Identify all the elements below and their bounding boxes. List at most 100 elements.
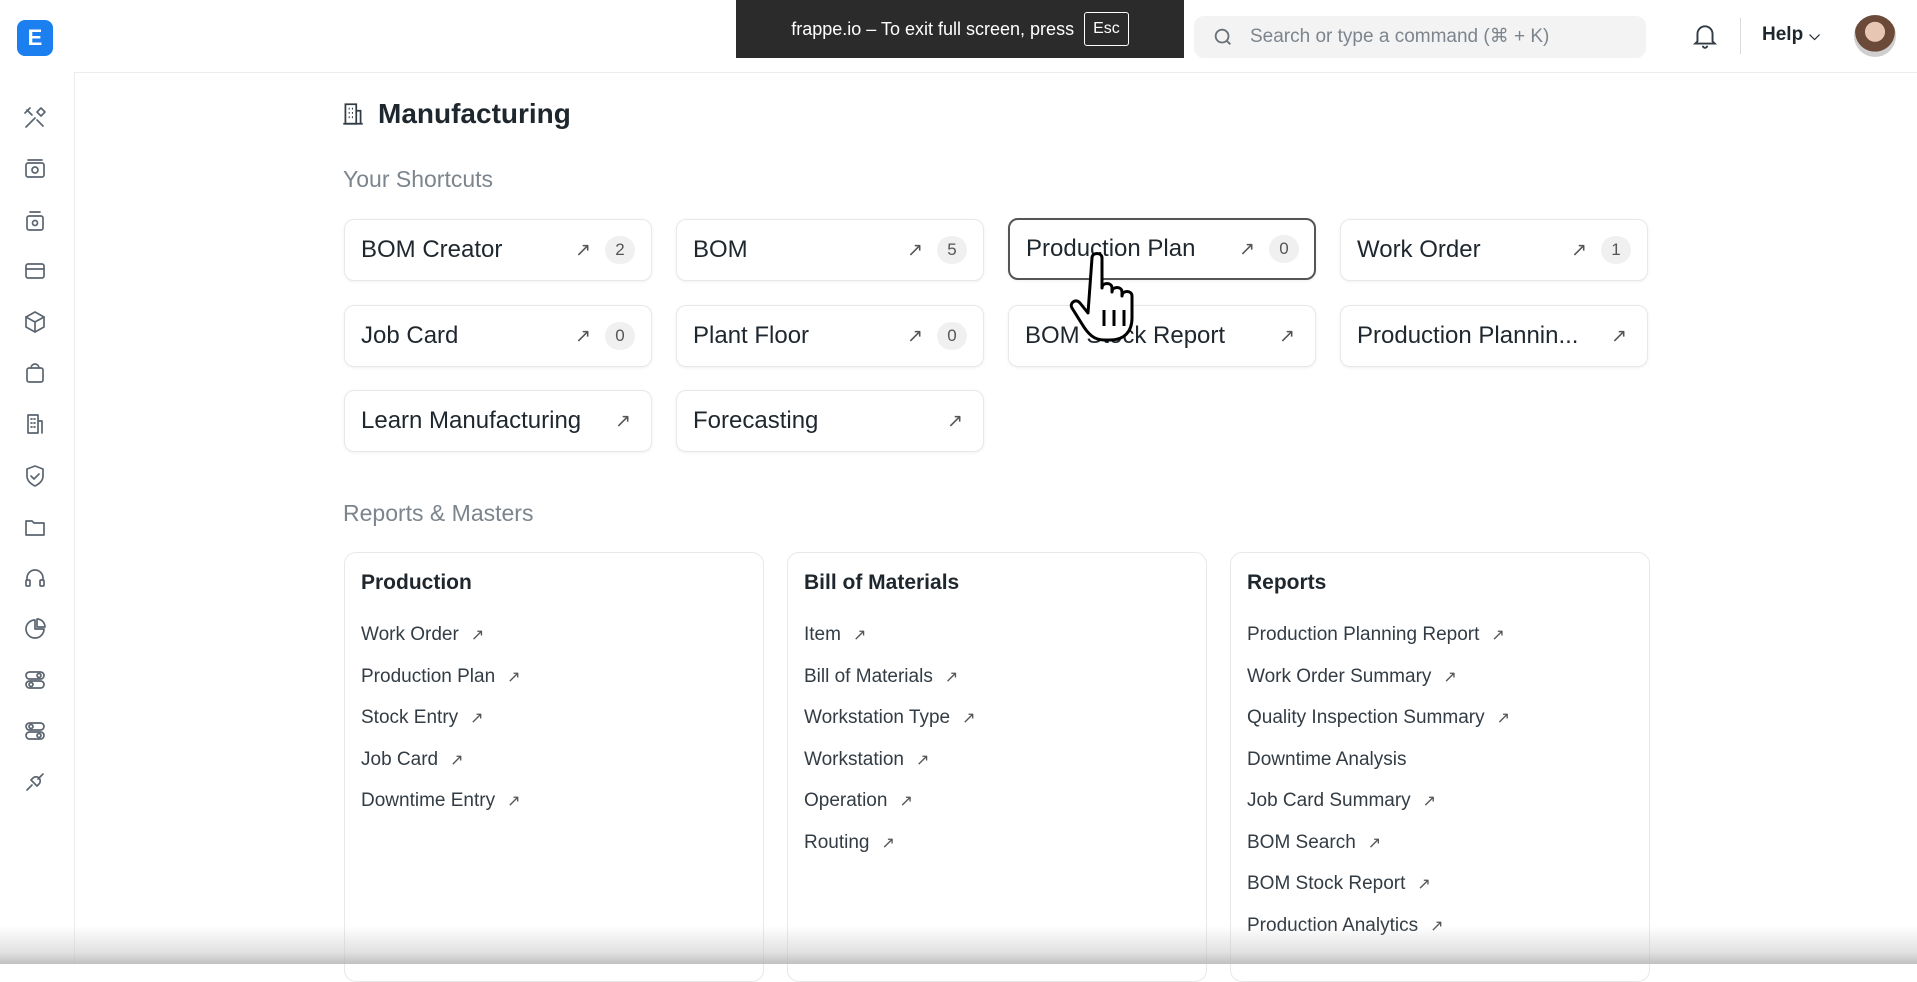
link-label: Workstation Type	[804, 707, 951, 728]
chevron-down-icon: ⌵	[1809, 26, 1820, 43]
link-bom-stock-report[interactable]: BOM Stock Report ↗	[1247, 873, 1431, 895]
plug-icon[interactable]	[22, 769, 48, 795]
link-label: Downtime Entry	[361, 790, 496, 811]
shortcut-bom-creator[interactable]: BOM Creator ↗ 2	[344, 219, 652, 281]
link-stock-entry[interactable]: Stock Entry ↗	[361, 707, 484, 729]
link-item[interactable]: Item ↗	[804, 624, 866, 646]
sidebar: E	[0, 0, 75, 964]
arrow-up-right-icon: ↗	[1571, 239, 1587, 261]
search-input[interactable]	[1248, 25, 1632, 49]
page-header: Manufacturing	[340, 98, 571, 130]
shortcut-label: Job Card	[361, 322, 459, 349]
link-label: BOM Stock Report	[1247, 873, 1406, 894]
link-bill-of-materials[interactable]: Bill of Materials ↗	[804, 666, 958, 688]
shortcut-work-order[interactable]: Work Order ↗ 1	[1340, 219, 1648, 281]
shortcut-production-plan[interactable]: Production Plan ↗ 0	[1008, 218, 1316, 280]
bottom-shadow	[0, 926, 1917, 964]
hand-pointer-cursor-icon	[1068, 248, 1148, 344]
arrow-up-right-icon: ↗	[507, 669, 521, 686]
arrow-up-right-icon: ↗	[962, 710, 976, 727]
arrow-up-right-icon: ↗	[615, 410, 631, 432]
building-icon	[343, 103, 363, 125]
arrow-up-right-icon: ↗	[947, 410, 963, 432]
shield-check-icon[interactable]	[22, 463, 48, 489]
link-work-order[interactable]: Work Order ↗	[361, 624, 484, 646]
link-routing[interactable]: Routing ↗	[804, 832, 895, 854]
link-production-planning-report[interactable]: Production Planning Report ↗	[1247, 624, 1505, 646]
link-label: Item	[804, 624, 841, 645]
shortcut-job-card[interactable]: Job Card ↗ 0	[344, 305, 652, 367]
arrow-up-right-icon: ↗	[881, 835, 895, 852]
arrow-up-right-icon: ↗	[1279, 325, 1295, 347]
search-icon	[1214, 28, 1231, 45]
arrow-up-right-icon: ↗	[575, 239, 591, 261]
headset-icon[interactable]	[22, 565, 48, 591]
shortcut-label: BOM Creator	[361, 236, 503, 263]
arrow-up-right-icon: ↗	[1239, 238, 1255, 260]
shortcut-count-badge: 0	[937, 322, 967, 350]
link-bom-search[interactable]: BOM Search ↗	[1247, 832, 1381, 854]
shortcut-plant-floor[interactable]: Plant Floor ↗ 0	[676, 305, 984, 367]
link-label: Job Card	[361, 749, 439, 770]
link-quality-inspection-summary[interactable]: Quality Inspection Summary ↗	[1247, 707, 1510, 729]
link-job-card[interactable]: Job Card ↗	[361, 749, 464, 771]
arrow-up-right-icon: ↗	[907, 325, 923, 347]
notification-bell-icon[interactable]	[1692, 22, 1718, 50]
header-divider	[1740, 18, 1741, 54]
shortcut-bom[interactable]: BOM ↗ 5	[676, 219, 984, 281]
link-label: Bill of Materials	[804, 666, 933, 687]
page-title: Manufacturing	[378, 98, 571, 129]
arrow-up-right-icon: ↗	[450, 752, 464, 769]
arrow-up-right-icon: ↗	[915, 752, 930, 769]
fullscreen-notice-text: frappe.io – To exit full screen, press	[791, 18, 1075, 39]
arrow-up-right-icon: ↗	[899, 793, 913, 810]
toggle-alt-icon[interactable]	[22, 718, 48, 744]
shortcut-learn-manufacturing[interactable]: Learn Manufacturing ↗	[344, 390, 652, 452]
search-bar[interactable]	[1194, 16, 1646, 58]
shopping-bag-icon[interactable]	[22, 360, 48, 386]
shortcut-bom-stock-report[interactable]: BOM Stock Report ↗	[1008, 305, 1316, 367]
arrow-up-right-icon: ↗	[470, 627, 485, 644]
credit-card-icon[interactable]	[22, 258, 48, 284]
logo-letter: E	[27, 25, 43, 50]
shortcut-count-badge: 5	[937, 236, 967, 264]
shortcut-label: Work Order	[1357, 236, 1481, 263]
card-title: Reports	[1247, 571, 1327, 594]
link-workstation-type[interactable]: Workstation Type ↗	[804, 707, 976, 729]
link-label: Workstation	[804, 749, 904, 770]
folder-icon[interactable]	[22, 514, 48, 540]
shortcut-production-planning[interactable]: Production Plannin... ↗	[1340, 305, 1648, 367]
link-label: Routing	[804, 832, 870, 853]
arrow-up-right-icon: ↗	[470, 710, 484, 727]
arrow-up-right-icon: ↗	[1611, 325, 1627, 347]
link-production-plan[interactable]: Production Plan ↗	[361, 666, 521, 688]
link-operation[interactable]: Operation ↗	[804, 790, 913, 812]
card-reports: Reports Production Planning Report ↗ Work…	[1230, 552, 1650, 982]
app-logo[interactable]: E	[17, 20, 53, 56]
shortcut-label: Production Plannin...	[1357, 322, 1579, 349]
link-job-card-summary[interactable]: Job Card Summary ↗	[1247, 790, 1436, 812]
card-production: Production Work Order ↗ Production Plan ↗ …	[344, 552, 764, 982]
tools-icon[interactable]	[22, 105, 48, 131]
arrow-up-right-icon: ↗	[1496, 710, 1510, 727]
link-label: Quality Inspection Summary	[1247, 707, 1485, 728]
link-label: Downtime Analysis	[1247, 749, 1407, 770]
user-avatar[interactable]	[1854, 15, 1896, 57]
card-bill-of-materials: Bill of Materials Item ↗ Bill of Material…	[787, 552, 1207, 982]
toggle-icon[interactable]	[22, 667, 48, 693]
package-icon[interactable]	[22, 309, 48, 335]
help-menu[interactable]: Help ⌵	[1762, 24, 1820, 46]
link-downtime-analysis[interactable]: Downtime Analysis	[1247, 749, 1406, 771]
link-workstation[interactable]: Workstation ↗	[804, 749, 929, 771]
building-icon[interactable]	[22, 411, 48, 437]
pie-chart-icon[interactable]	[22, 616, 48, 642]
shortcut-forecasting[interactable]: Forecasting ↗	[676, 390, 984, 452]
arrow-up-right-icon: ↗	[907, 239, 923, 261]
link-downtime-entry[interactable]: Downtime Entry ↗	[361, 790, 521, 812]
cash-register-icon[interactable]	[22, 208, 48, 234]
link-work-order-summary[interactable]: Work Order Summary ↗	[1247, 666, 1457, 688]
shortcut-label: Forecasting	[693, 407, 819, 434]
arrow-up-right-icon: ↗	[1443, 669, 1457, 686]
link-label: Production Planning Report	[1247, 624, 1480, 645]
eye-icon[interactable]	[22, 156, 48, 182]
